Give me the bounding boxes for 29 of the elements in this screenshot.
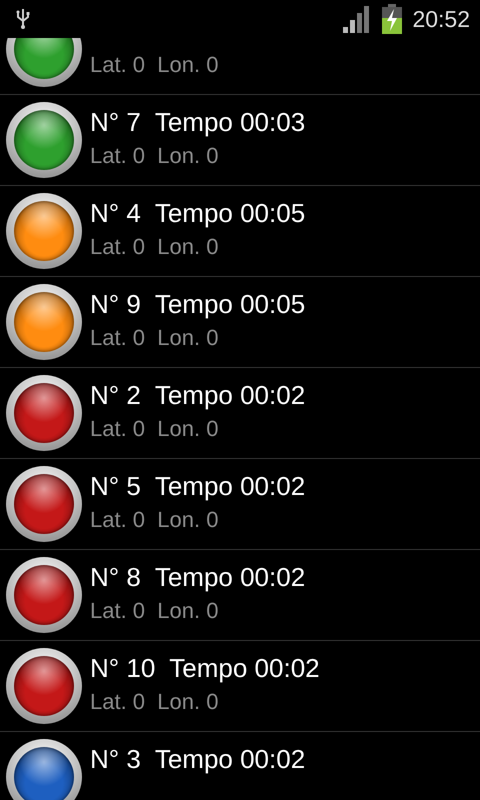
usb-icon <box>16 8 30 30</box>
list-item[interactable]: N° 2 Tempo 00:02 Lat. 0 Lon. 0 <box>0 368 480 459</box>
item-location: Lat. 0 Lon. 0 <box>90 598 220 624</box>
item-location: Lat. 0 Lon. 0 <box>90 507 220 533</box>
list-item[interactable]: N° 5 Tempo 00:02 Lat. 0 Lon. 0 <box>0 459 480 550</box>
item-title: N° 10 Tempo 00:02 <box>90 653 320 683</box>
list-item[interactable]: N° 3 Tempo 00:02 <box>0 732 480 800</box>
item-location: Lat. 0 Lon. 0 <box>90 143 220 169</box>
item-title: N° 2 Tempo 00:02 <box>90 380 306 410</box>
list-item[interactable]: N° 8 Tempo 00:02 Lat. 0 Lon. 0 <box>0 550 480 641</box>
item-location: Lat. 0 Lon. 0 <box>90 325 220 351</box>
item-title: N° 8 Tempo 00:02 <box>90 562 306 592</box>
status-light-icon <box>6 739 82 800</box>
list-item[interactable]: N° 7 Tempo 00:03 Lat. 0 Lon. 0 <box>0 95 480 186</box>
clock-time: 20:52 <box>412 6 470 32</box>
list-item[interactable]: N° 4 Tempo 00:05 Lat. 0 Lon. 0 <box>0 186 480 277</box>
list-item[interactable]: N° 10 Tempo 00:02 Lat. 0 Lon. 0 <box>0 641 480 732</box>
item-location: Lat. 0 Lon. 0 <box>90 689 220 715</box>
item-title: N° 3 Tempo 00:02 <box>90 744 306 774</box>
item-location: Lat. 0 Lon. 0 <box>90 416 220 442</box>
battery-charging-icon <box>382 4 402 34</box>
item-location: Lat. 0 Lon. 0 <box>90 234 220 260</box>
item-title: N° 4 Tempo 00:05 <box>90 198 306 228</box>
item-title: N° 7 Tempo 00:03 <box>90 107 306 137</box>
item-title: N° 5 Tempo 00:02 <box>90 471 306 501</box>
list-item[interactable]: N° 9 Tempo 00:05 Lat. 0 Lon. 0 <box>0 277 480 368</box>
item-location: Lat. 0 Lon. 0 <box>90 52 218 78</box>
list-item[interactable]: Lat. 0 Lon. 0 <box>0 38 480 95</box>
item-title: N° 9 Tempo 00:05 <box>90 289 306 319</box>
